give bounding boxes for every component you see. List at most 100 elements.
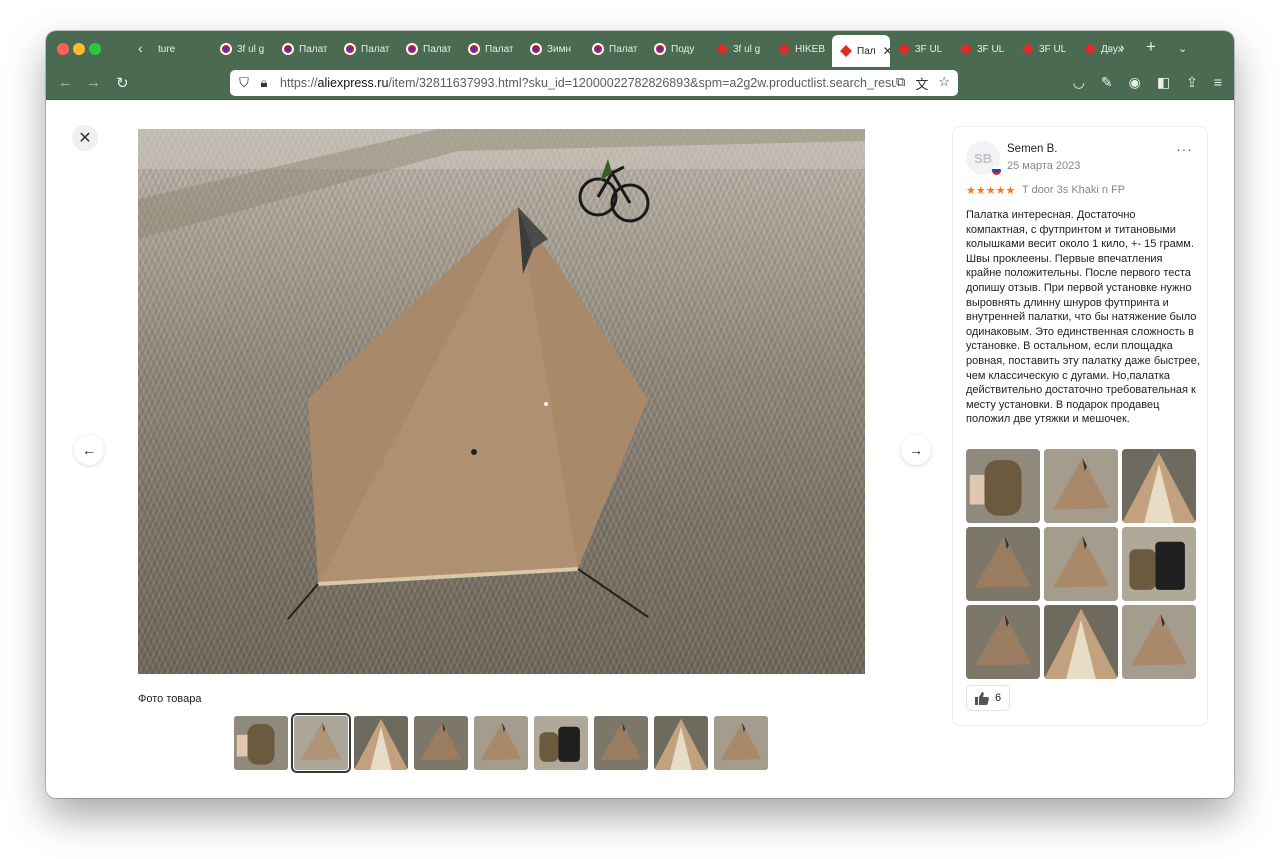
- url-prefix: https://: [280, 76, 318, 90]
- review-photo[interactable]: [966, 449, 1040, 523]
- navigation-toolbar: ← → ↻ ⛉ 🔒︎ https://aliexpress.ru/item/32…: [46, 67, 1234, 100]
- previous-photo-button[interactable]: ←: [74, 435, 104, 465]
- tab-favicon-icon: [344, 43, 356, 55]
- pocket-icon[interactable]: ◡: [1073, 74, 1085, 91]
- tab-label: 3F UL: [977, 43, 1005, 55]
- new-tab-icon[interactable]: +: [1146, 37, 1156, 57]
- review-photo-grid: [966, 449, 1196, 679]
- tab-scroll-right-icon[interactable]: ›: [1120, 39, 1125, 55]
- tab-favicon-icon: [468, 43, 480, 55]
- review-date: 25 марта 2023: [1007, 160, 1081, 172]
- review-text: Палатка интересная. Достаточно компактна…: [966, 209, 1200, 426]
- browser-tab[interactable]: HIKEB: [770, 35, 832, 63]
- wrench-icon[interactable]: ✎: [1101, 74, 1113, 91]
- tab-label: 3F UL: [1039, 43, 1067, 55]
- tab-favicon-icon: [960, 43, 972, 55]
- review-sku: T door 3s Khaki n FP: [1022, 184, 1126, 196]
- photo-thumbnail[interactable]: [594, 716, 648, 770]
- photo-thumbnail[interactable]: [534, 716, 588, 770]
- review-photo[interactable]: [1044, 527, 1118, 601]
- close-icon: ✕: [78, 130, 92, 147]
- photo-thumbnail[interactable]: [291, 713, 351, 773]
- tab-label: Поду: [671, 43, 695, 55]
- next-photo-button[interactable]: →: [901, 435, 931, 465]
- tab-favicon-icon: [406, 43, 418, 55]
- arrow-left-icon: ←: [82, 442, 96, 458]
- review-photo[interactable]: [1044, 449, 1118, 523]
- tab-label: Зимн: [547, 43, 572, 55]
- menu-icon[interactable]: ≡: [1214, 74, 1222, 91]
- url-path: /item/32811637993.html?sku_id=1200002278…: [388, 76, 897, 90]
- photo-thumbnail[interactable]: [474, 716, 528, 770]
- main-product-photo: [138, 129, 865, 674]
- privacy-shield-icon[interactable]: ◧: [1157, 74, 1170, 91]
- browser-tab[interactable]: Зимн: [522, 35, 584, 63]
- photo-thumbnail[interactable]: [354, 716, 408, 770]
- browser-tab[interactable]: 3f ul g: [212, 35, 274, 63]
- tab-favicon-icon: [592, 43, 604, 55]
- screenshot-icon[interactable]: ⧉: [896, 74, 905, 93]
- tab-label: 3f ul g: [237, 43, 265, 55]
- tab-scroll-left-icon[interactable]: ‹: [138, 40, 143, 56]
- browser-tab[interactable]: Пал ✕: [832, 35, 890, 67]
- browser-tab[interactable]: 3f ul g: [708, 35, 770, 63]
- zoom-window-button[interactable]: [89, 43, 101, 55]
- tab-label: Палат: [423, 43, 452, 55]
- tab-label: Палат: [609, 43, 638, 55]
- review-photo[interactable]: [1122, 449, 1196, 523]
- tab-strip: ture 3f ul g Палат Палат Палат Палат Зимн Палат…: [150, 35, 1138, 67]
- browser-tab[interactable]: Палат: [274, 35, 336, 63]
- review-card: SB Semen B. 25 марта 2023 ··· ★★★★★ T do…: [952, 126, 1208, 726]
- forward-arrow-icon[interactable]: →: [86, 74, 101, 91]
- like-count: 6: [995, 692, 1002, 704]
- url-text[interactable]: https://aliexpress.ru/item/32811637993.h…: [280, 76, 896, 90]
- lock-icon[interactable]: 🔒︎: [254, 75, 274, 91]
- tab-close-icon[interactable]: ✕: [883, 44, 890, 58]
- review-photo[interactable]: [966, 527, 1040, 601]
- browser-tab[interactable]: ture: [150, 35, 212, 63]
- browser-tab[interactable]: 3F UL: [890, 35, 952, 63]
- title-bar: ‹ ture 3f ul g Палат Палат Палат Палат Зимн Пал…: [46, 31, 1234, 67]
- tab-favicon-icon: [282, 43, 294, 55]
- tracking-shield-icon[interactable]: ⛉: [234, 75, 254, 91]
- browser-tab[interactable]: Палат: [336, 35, 398, 63]
- tab-favicon-icon: [898, 43, 910, 55]
- tab-favicon-icon: [220, 43, 232, 55]
- browser-tab[interactable]: Палат: [460, 35, 522, 63]
- more-options-icon[interactable]: ···: [1176, 141, 1193, 157]
- reload-icon[interactable]: ↻: [116, 74, 129, 92]
- browser-tab[interactable]: Палат: [398, 35, 460, 63]
- photo-thumbnail[interactable]: [414, 716, 468, 770]
- close-viewer-button[interactable]: ✕: [72, 125, 98, 151]
- photo-thumbnail[interactable]: [714, 716, 768, 770]
- tab-label: Палат: [485, 43, 514, 55]
- tab-favicon-icon: [530, 43, 542, 55]
- back-arrow-icon[interactable]: ←: [58, 74, 73, 91]
- tab-label: 3f ul g: [733, 43, 761, 55]
- review-photo[interactable]: [1122, 605, 1196, 679]
- tab-list-chevron-down-icon[interactable]: ⌄: [1178, 42, 1187, 55]
- translate-icon[interactable]: 文: [915, 74, 928, 93]
- close-window-button[interactable]: [57, 43, 69, 55]
- tab-favicon-icon: [1022, 43, 1034, 55]
- like-button[interactable]: 6: [966, 685, 1011, 711]
- review-photo[interactable]: [1044, 605, 1118, 679]
- browser-tab[interactable]: Палат: [584, 35, 646, 63]
- review-photo[interactable]: [966, 605, 1040, 679]
- address-bar[interactable]: ⛉ 🔒︎ https://aliexpress.ru/item/32811637…: [230, 70, 958, 96]
- minimize-window-button[interactable]: [73, 43, 85, 55]
- arrow-right-icon: →: [909, 442, 923, 458]
- account-icon[interactable]: ◉: [1129, 74, 1141, 91]
- photo-caption: Фото товара: [138, 693, 202, 705]
- photo-thumbnail[interactable]: [654, 716, 708, 770]
- review-photo[interactable]: [1122, 527, 1196, 601]
- tab-label: 3F UL: [915, 43, 943, 55]
- bookmark-star-icon[interactable]: ☆: [938, 74, 950, 93]
- browser-tab[interactable]: 3F UL: [952, 35, 1014, 63]
- browser-tab[interactable]: 3F UL: [1014, 35, 1076, 63]
- photo-thumbnail[interactable]: [234, 716, 288, 770]
- share-icon[interactable]: ⇪: [1186, 74, 1198, 91]
- browser-tab[interactable]: Двух: [1076, 35, 1138, 63]
- browser-tab[interactable]: Поду: [646, 35, 708, 63]
- url-domain: aliexpress.ru: [317, 76, 389, 90]
